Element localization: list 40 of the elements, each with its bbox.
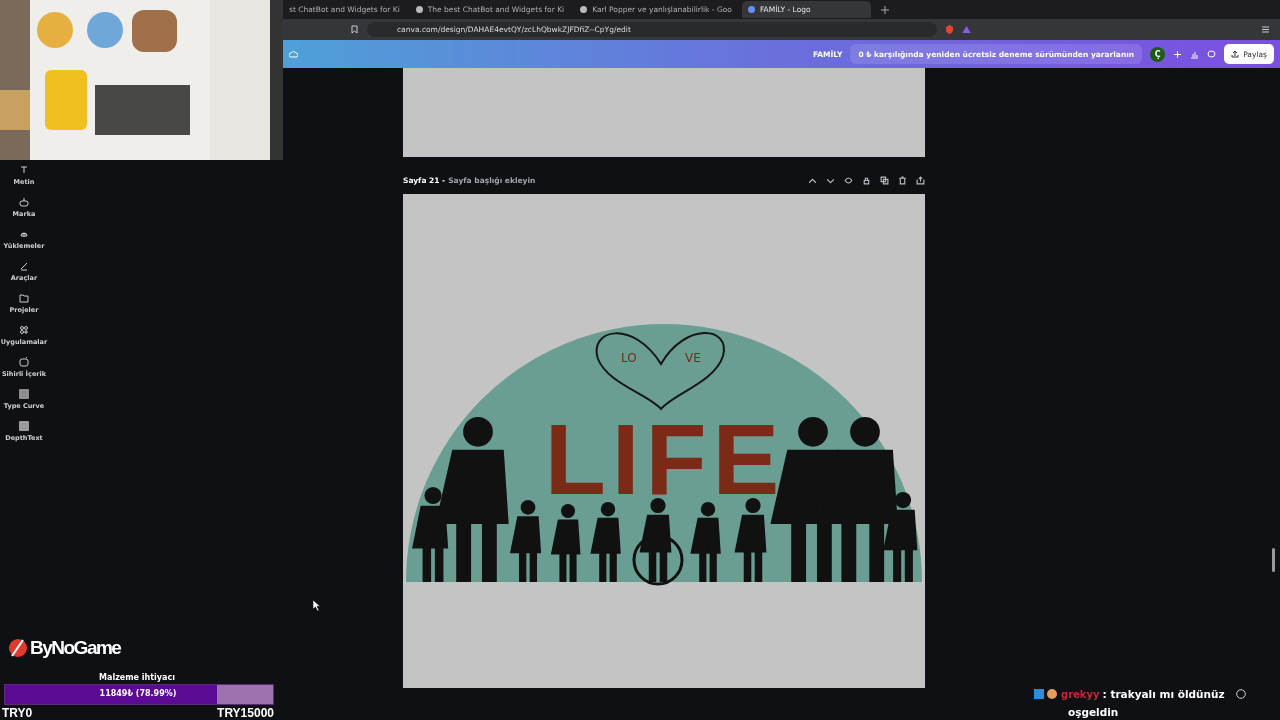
curve-app-icon [18, 388, 30, 400]
avatar[interactable]: Ç [1150, 46, 1166, 62]
text-icon [18, 164, 30, 176]
folder-icon [18, 292, 30, 304]
goal-max: TRY15000 [217, 706, 274, 720]
cloud-icon [289, 49, 298, 59]
menu-icon[interactable] [1261, 25, 1270, 34]
bookmark-icon[interactable] [350, 25, 359, 34]
chevron-up-icon[interactable] [808, 176, 817, 185]
chat-message: oşgeldin [1068, 706, 1119, 718]
chat-username: grekyy [1061, 688, 1100, 700]
pen-icon [18, 260, 30, 272]
shield-icon[interactable] [945, 25, 954, 34]
goal-reading: 11849₺ (78.99%) [99, 689, 177, 698]
sponsor-logo: ByNoGame [30, 637, 121, 659]
trash-icon[interactable] [898, 176, 907, 185]
badge-icon [1034, 689, 1044, 699]
add-icon[interactable] [1173, 49, 1183, 59]
chevron-down-icon[interactable] [826, 176, 835, 185]
brand-icon [18, 196, 30, 208]
new-tab-icon[interactable] [880, 5, 889, 14]
eye-icon[interactable] [844, 176, 853, 185]
comment-icon[interactable] [1207, 49, 1217, 59]
triangle-icon[interactable] [962, 25, 971, 34]
design-text: VE [685, 351, 701, 365]
depth-app-icon [18, 420, 30, 432]
chat-message: : trakyalı mı öldünüz [1102, 688, 1225, 700]
share-icon[interactable] [916, 176, 925, 185]
help-icon[interactable] [1235, 689, 1246, 699]
design-text: LO [621, 351, 637, 365]
lock-icon[interactable] [862, 176, 871, 185]
apps-icon [18, 324, 30, 336]
design-word: LIFE [544, 403, 786, 515]
mouse-cursor-icon [313, 600, 321, 611]
goal-min: TRY0 [2, 706, 33, 720]
copy-icon[interactable] [880, 176, 889, 185]
emote-icon [1047, 689, 1058, 699]
goal-title: Malzeme ihtiyacı [99, 673, 175, 682]
scrollbar-thumb[interactable] [1272, 548, 1275, 572]
share-icon [1231, 50, 1240, 58]
